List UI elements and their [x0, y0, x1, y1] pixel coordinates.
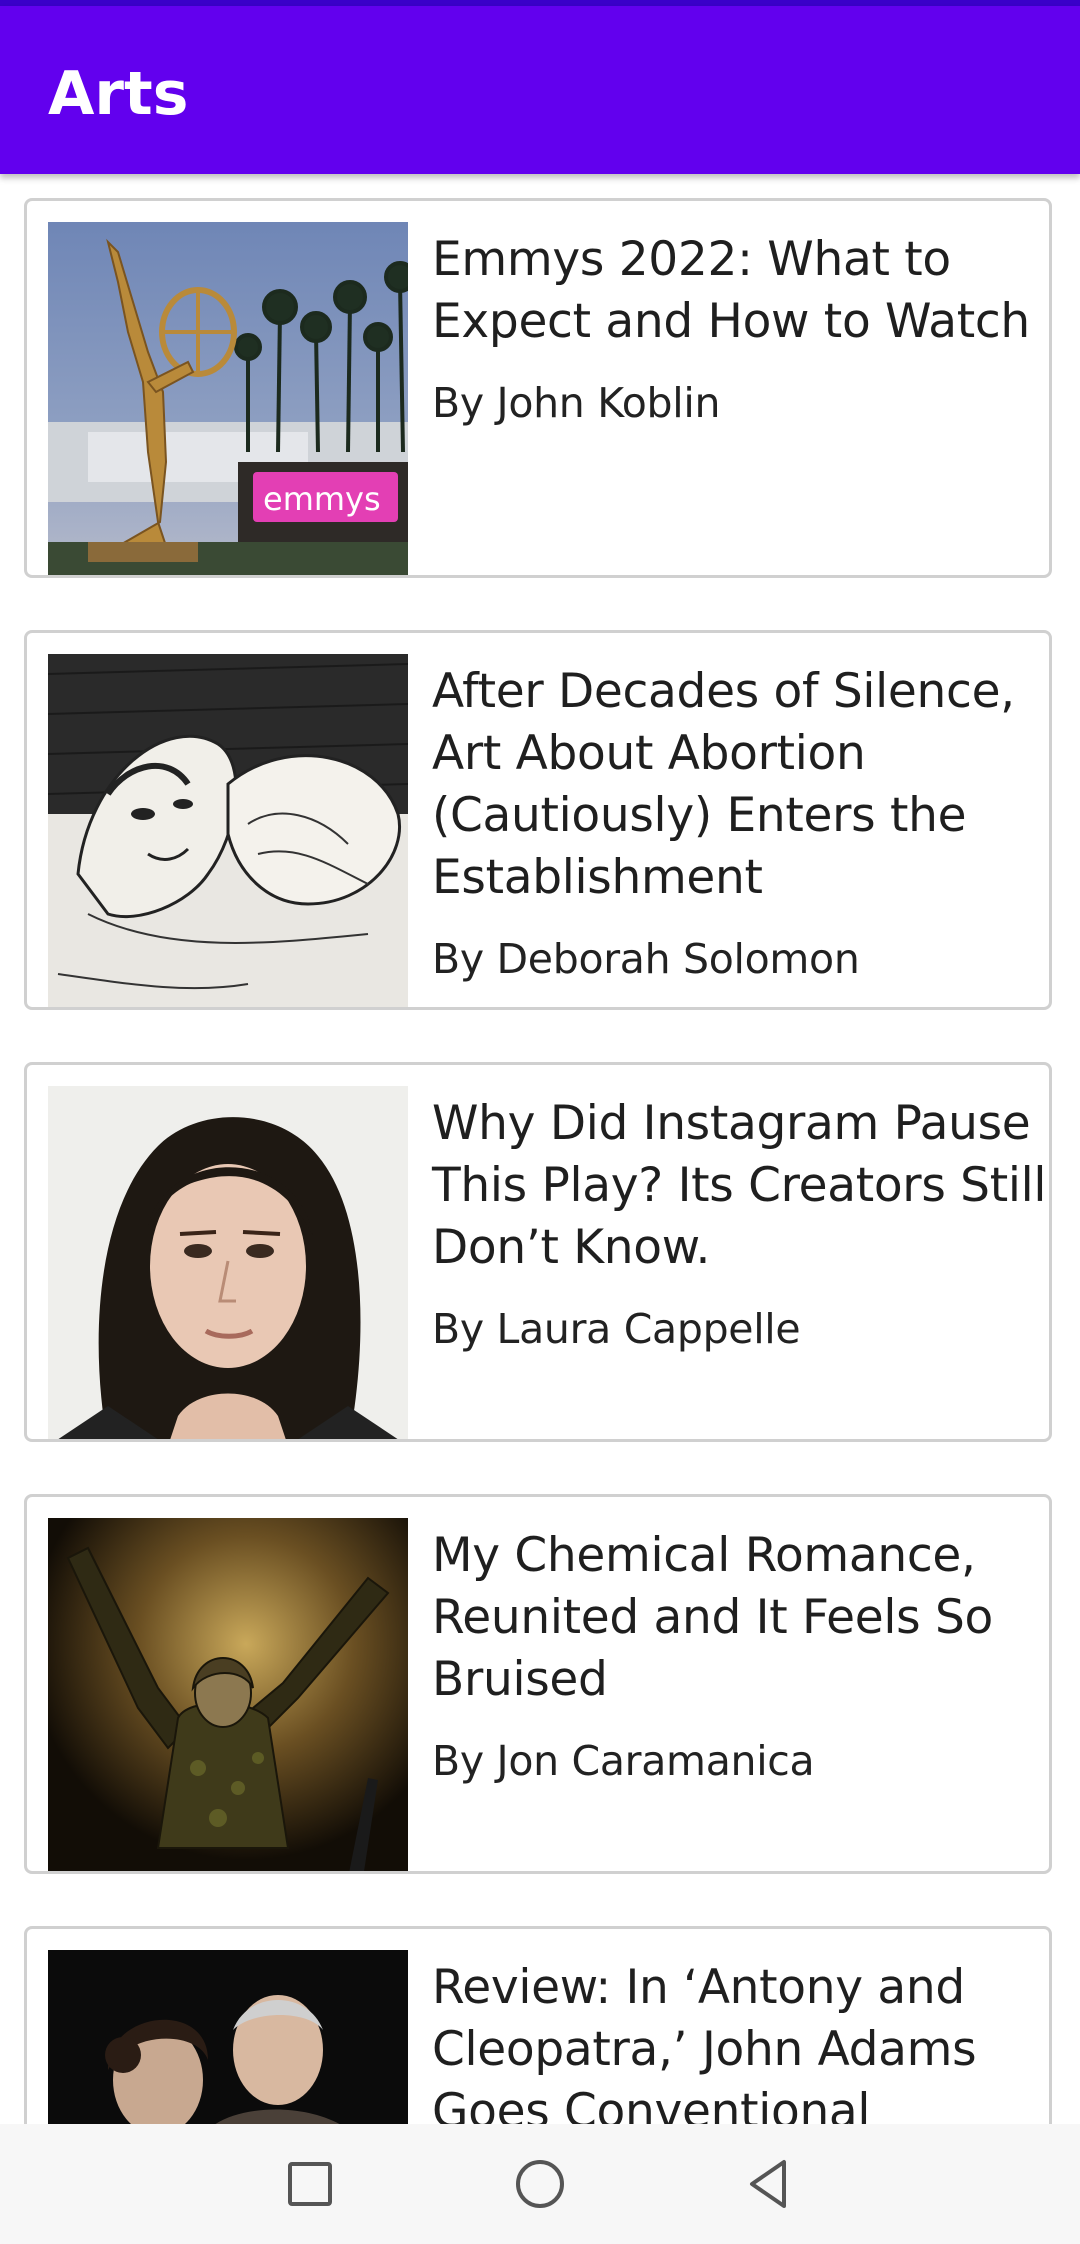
svg-text:emmys: emmys [263, 480, 381, 518]
article-text: Review: In ‘Antony and Cleopatra,’ John … [432, 1957, 1049, 2124]
system-navigation-bar [0, 2124, 1080, 2244]
back-triangle-icon[interactable] [740, 2154, 800, 2214]
article-title: Emmys 2022: What to Expect and How to Wa… [432, 232, 1030, 349]
article-card[interactable]: Why Did Instagram Pause This Play? Its C… [24, 1062, 1052, 1442]
article-byline: By Deborah Solomon [432, 935, 860, 983]
article-byline: By Jon Caramanica [432, 1737, 815, 1785]
portrait-photo [48, 1086, 408, 1439]
article-title: After Decades of Silence, Art About Abor… [432, 664, 1015, 905]
opera-singers-photo [48, 1950, 408, 2124]
article-text: Why Did Instagram Pause This Play? Its C… [432, 1093, 1049, 1357]
emmy-statue-photo: emmys [48, 222, 408, 575]
article-card[interactable]: My Chemical Romance, Reunited and It Fee… [24, 1494, 1052, 1874]
article-title: Why Did Instagram Pause This Play? Its C… [432, 1096, 1047, 1275]
recents-square-icon[interactable] [280, 2154, 340, 2214]
article-text: Emmys 2022: What to Expect and How to Wa… [432, 229, 1049, 431]
article-card[interactable]: After Decades of Silence, Art About Abor… [24, 630, 1052, 1010]
article-byline: By John Koblin [432, 379, 721, 427]
home-circle-icon[interactable] [510, 2154, 570, 2214]
concert-performer-photo [48, 1518, 408, 1871]
article-text: My Chemical Romance, Reunited and It Fee… [432, 1525, 1049, 1789]
sketch-artwork-photo [48, 654, 408, 1007]
article-card[interactable]: Review: In ‘Antony and Cleopatra,’ John … [24, 1926, 1052, 2124]
article-text: After Decades of Silence, Art About Abor… [432, 661, 1049, 987]
arts-screen: Arts emmys Emmys 2022: What to Expect an… [0, 0, 1080, 2244]
article-title: Review: In ‘Antony and Cleopatra,’ John … [432, 1960, 977, 2124]
article-card[interactable]: emmys Emmys 2022: What to Expect and How… [24, 198, 1052, 578]
article-byline: By Laura Cappelle [432, 1305, 801, 1353]
app-bar: Arts [0, 6, 1080, 174]
page-title: Arts [48, 59, 189, 129]
article-title: My Chemical Romance, Reunited and It Fee… [432, 1528, 993, 1707]
article-list[interactable]: emmys Emmys 2022: What to Expect and How… [0, 174, 1080, 2124]
